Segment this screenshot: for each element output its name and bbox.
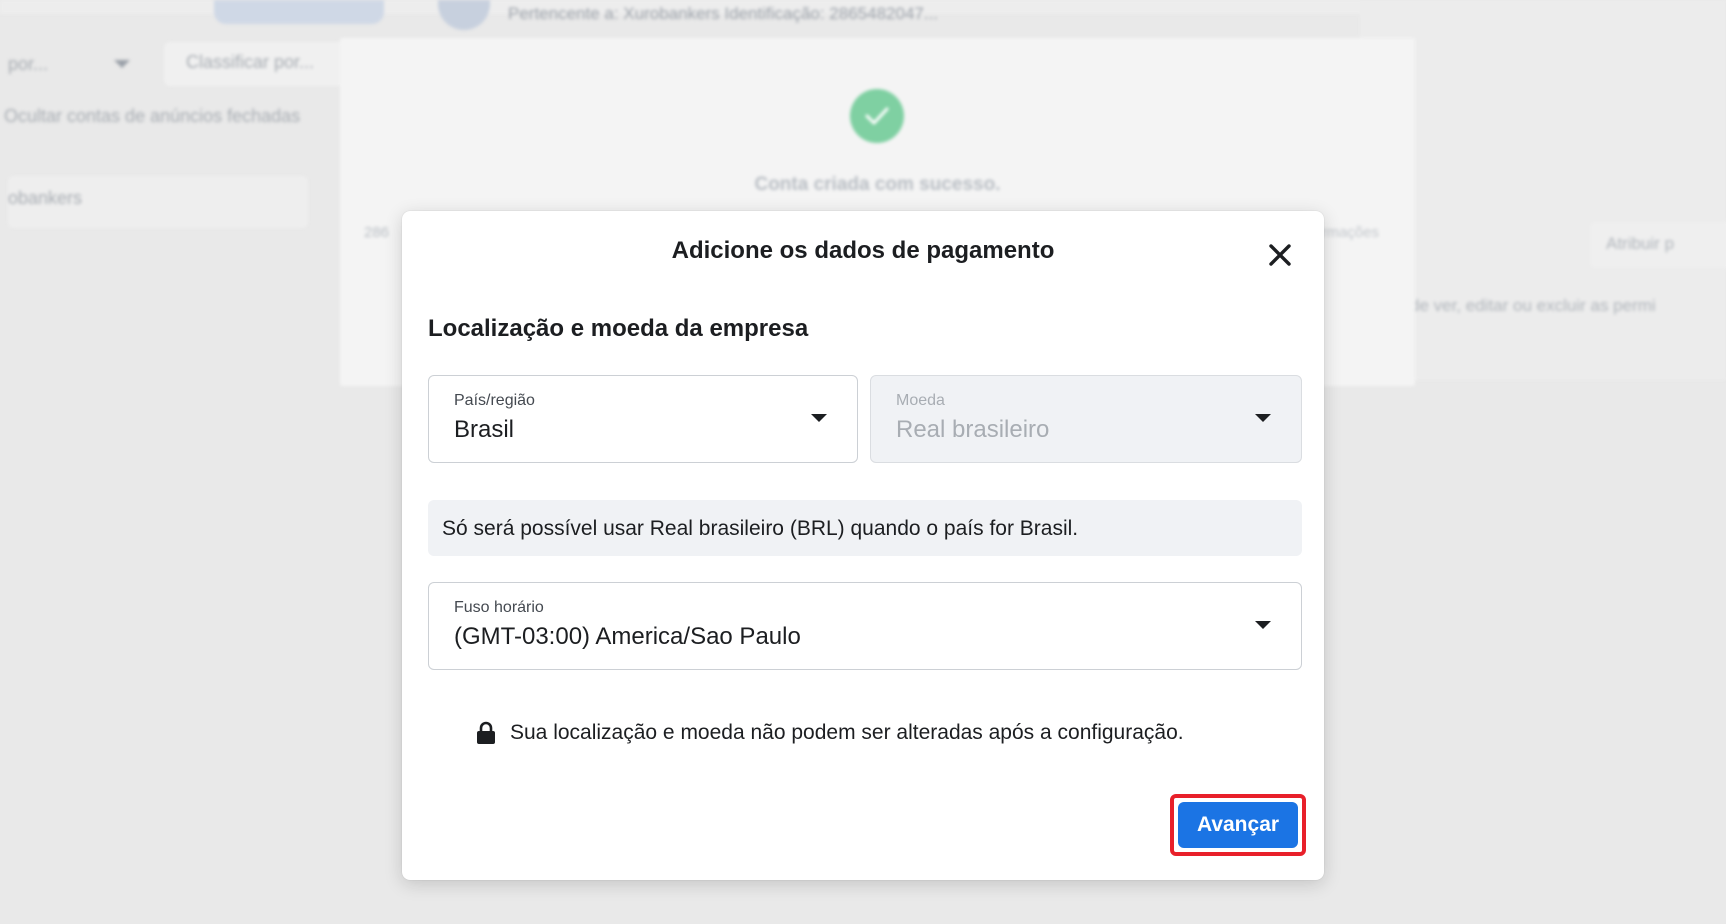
- background-sort-dropdown: Classificar por...: [164, 42, 344, 86]
- close-icon: [1269, 244, 1291, 266]
- background-permissions-text: de ver, editar ou excluir as permi: [1410, 296, 1656, 315]
- info-link: rmações: [1321, 224, 1379, 241]
- close-button[interactable]: [1262, 237, 1298, 273]
- background-filter-dropdown: por...: [8, 54, 49, 74]
- background-account-list-item: obankers: [8, 176, 308, 228]
- currency-notice: Só será possível usar Real brasileiro (B…: [428, 500, 1302, 556]
- check-icon: [850, 89, 904, 143]
- dialog-title: Adicione os dados de pagamento: [671, 237, 1055, 264]
- next-button[interactable]: Avançar: [1178, 802, 1298, 848]
- country-value: Brasil: [454, 416, 515, 443]
- background-avatar: [438, 0, 490, 30]
- success-message: Conta criada com sucesso.: [754, 174, 1001, 195]
- chevron-down-icon: [811, 414, 827, 422]
- lock-message: Sua localização e moeda não podem ser al…: [510, 721, 1184, 744]
- timezone-value: (GMT-03:00) America/Sao Paulo: [454, 623, 801, 650]
- account-id-text: 286: [364, 224, 390, 241]
- chevron-down-icon: [1255, 621, 1271, 629]
- currency-value: Real brasileiro: [896, 416, 1050, 443]
- currency-select: Moeda Real brasileiro: [870, 375, 1302, 463]
- background-tab-pill: [214, 0, 384, 24]
- background-assign-button: Atribuir p: [1590, 222, 1726, 268]
- section-title: Localização e moeda da empresa: [428, 315, 809, 342]
- country-label: País/região: [454, 392, 535, 409]
- chevron-down-icon: [1255, 414, 1271, 422]
- background-owner-text: Pertencente a: Xurobankers Identificação…: [508, 4, 939, 23]
- lock-notice: Sua localização e moeda não podem ser al…: [476, 721, 1184, 745]
- lock-icon: [477, 721, 495, 744]
- currency-label: Moeda: [896, 392, 945, 409]
- background-filter-chevron-icon: [114, 60, 130, 68]
- payment-details-dialog: Adicione os dados de pagamento Localizaç…: [402, 211, 1324, 880]
- timezone-label: Fuso horário: [454, 599, 544, 616]
- timezone-select[interactable]: Fuso horário (GMT-03:00) America/Sao Pau…: [428, 582, 1302, 670]
- background-hide-closed-toggle: Ocultar contas de anúncios fechadas: [4, 106, 301, 126]
- country-select[interactable]: País/região Brasil: [428, 375, 858, 463]
